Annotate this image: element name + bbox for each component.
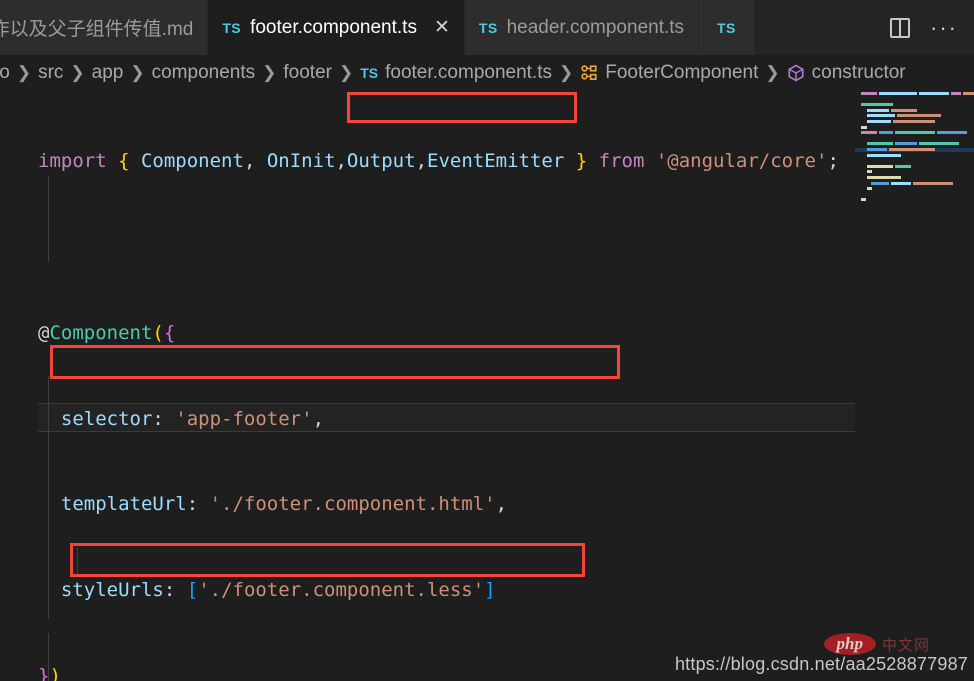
tab-partial-typescript[interactable]: TS — [699, 0, 755, 55]
breadcrumb-separator-icon: ❯ — [559, 62, 574, 82]
code-line: selector: 'app-footer', — [38, 407, 325, 430]
breadcrumb-label: footer — [283, 61, 332, 83]
minimap-line — [855, 119, 974, 124]
tab-label: header.component.ts — [506, 16, 685, 38]
breadcrumb-separator-icon: ❯ — [16, 62, 32, 82]
breadcrumb-separator-icon: ❯ — [338, 62, 354, 82]
breadcrumb-separator-icon: ❯ — [765, 62, 780, 82]
minimap-line — [855, 159, 974, 163]
editor-minimap[interactable] — [855, 90, 974, 681]
breadcrumb-separator-icon: ❯ — [70, 62, 85, 82]
code-content[interactable]: import { Component, OnInit,Output,EventE… — [0, 90, 839, 681]
breadcrumb-item-constructor[interactable]: constructor — [787, 62, 906, 84]
breadcrumb-item-file[interactable]: TS footer.component.ts — [360, 62, 552, 84]
tab-header-component-ts[interactable]: TS header.component.ts — [464, 0, 700, 55]
breadcrumb-label: components — [151, 61, 256, 83]
editor-actions: ··· — [874, 0, 974, 55]
minimap-line — [855, 187, 974, 191]
tab-label: footer.component.ts — [250, 16, 417, 38]
minimap-line — [855, 103, 974, 107]
breadcrumb-item-app[interactable]: app — [92, 62, 124, 84]
breadcrumb-separator-icon: ❯ — [262, 62, 277, 82]
minimap-line — [855, 181, 974, 186]
breadcrumb-item-ngdemo[interactable]: ngDemo — [0, 62, 10, 84]
breadcrumb-item-footer[interactable]: footer — [283, 62, 332, 84]
breadcrumb-label: FooterComponent — [605, 61, 759, 83]
split-editor-icon[interactable] — [890, 17, 911, 38]
tab-label: om 操作以及父子组件传值.md — [0, 19, 194, 40]
minimap-line — [855, 98, 974, 102]
minimap-line — [855, 137, 974, 141]
typescript-file-icon: TS — [222, 19, 242, 36]
csdn-watermark-url: https://blog.csdn.net/aa2528877987 — [674, 654, 968, 674]
breadcrumb-item-src[interactable]: src — [38, 62, 63, 84]
tab-markdown-file[interactable]: om 操作以及父子组件传值.md — [0, 0, 209, 55]
typescript-file-icon: TS — [478, 19, 498, 36]
php-watermark-logo: php 中文网 — [823, 633, 930, 655]
breadcrumb-label: constructor — [811, 61, 906, 83]
minimap-line — [855, 142, 974, 146]
class-symbol-icon — [580, 64, 598, 82]
minimap-line — [855, 108, 974, 113]
minimap-line — [855, 153, 974, 158]
minimap-line — [855, 170, 974, 174]
breadcrumb: ngDemo ❯ src ❯ app ❯ components ❯ footer… — [0, 55, 974, 90]
minimap-line — [855, 147, 974, 152]
code-line: styleUrls: ['./footer.component.less'] — [38, 579, 496, 602]
method-symbol-icon — [787, 64, 805, 82]
php-logo-subtitle: 中文网 — [881, 636, 930, 654]
minimap-line — [855, 198, 974, 202]
typescript-file-icon: TS — [717, 19, 736, 36]
breadcrumb-label: footer.component.ts — [385, 61, 552, 83]
vscode-window: om 操作以及父子组件传值.md TS footer.component.ts … — [0, 0, 974, 681]
breadcrumb-item-class[interactable]: FooterComponent — [580, 62, 758, 84]
minimap-line — [855, 175, 974, 180]
code-editor[interactable]: import { Component, OnInit,Output,EventE… — [0, 90, 974, 681]
close-icon[interactable]: ✕ — [434, 18, 450, 37]
php-logo-text: php — [823, 633, 876, 655]
breadcrumb-label: src — [38, 61, 64, 83]
code-line: import { Component, OnInit,Output,EventE… — [38, 150, 839, 173]
tab-footer-component-ts[interactable]: TS footer.component.ts ✕ — [208, 0, 465, 55]
minimap-line — [855, 164, 974, 169]
breadcrumb-item-components[interactable]: components — [152, 62, 256, 84]
editor-tab-bar: om 操作以及父子组件传值.md TS footer.component.ts … — [0, 0, 974, 55]
minimap-line — [855, 131, 974, 135]
minimap-line — [855, 92, 974, 96]
code-line: templateUrl: './footer.component.html', — [38, 493, 508, 516]
code-line: @Component({ — [38, 321, 176, 344]
breadcrumb-separator-icon: ❯ — [130, 62, 145, 82]
breadcrumb-label: ngDemo — [0, 61, 10, 83]
more-actions-icon[interactable]: ··· — [930, 16, 958, 39]
minimap-line — [855, 125, 974, 130]
minimap-line — [855, 193, 974, 197]
minimap-line — [855, 114, 974, 118]
typescript-file-icon: TS — [360, 64, 379, 81]
breadcrumb-label: app — [91, 61, 124, 83]
